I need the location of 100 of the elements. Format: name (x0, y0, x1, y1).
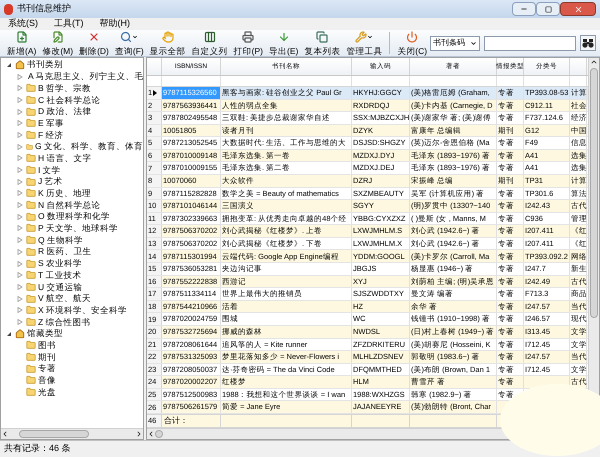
tree-item[interactable]: X 环境科学、安全科学 (38, 304, 128, 317)
toolbar-button[interactable]: 自定义列 (188, 30, 231, 56)
tree-item[interactable]: S 农业科学 (38, 257, 82, 270)
tree-item[interactable]: A 马克思主义、列宁主义、毛 (28, 70, 143, 83)
tree-item[interactable]: 专著 (38, 362, 56, 376)
expanded-arrow-icon[interactable] (6, 62, 12, 68)
folder-icon (26, 270, 36, 280)
menu-item[interactable]: 工具(T) (50, 17, 88, 31)
tree-item[interactable]: 书刊类别 (27, 58, 63, 72)
tree-item[interactable]: V 航空、航天 (38, 292, 92, 305)
collapsed-arrow-icon[interactable] (17, 307, 23, 314)
window-title: 书刊信息维护 (17, 2, 71, 16)
search-button[interactable] (580, 35, 596, 51)
binoculars-icon (582, 38, 594, 48)
folder-icon (26, 83, 36, 94)
tree-item[interactable]: 音像 (38, 374, 56, 387)
tree-item[interactable]: Q 生物科学 (38, 234, 83, 247)
tree-item[interactable]: 馆藏类型 (27, 327, 63, 340)
down-arrow-icon (278, 30, 290, 42)
scroll-thumb[interactable] (155, 430, 163, 438)
tree-item[interactable]: O 数理科学和化学 (38, 210, 110, 224)
collapsed-arrow-icon[interactable] (17, 190, 23, 196)
collapsed-arrow-icon[interactable] (17, 132, 23, 138)
folder-icon (26, 94, 36, 105)
tree-item[interactable]: Z 综合性图书 (38, 316, 91, 328)
toolbar-button[interactable]: 管理工具 (343, 30, 386, 56)
collapsed-arrow-icon[interactable] (17, 260, 23, 267)
folder-icon (26, 165, 36, 176)
toolbar-button[interactable]: 新增(A) (4, 30, 40, 56)
collapsed-arrow-icon[interactable] (17, 74, 23, 80)
scroll-thumb[interactable] (19, 430, 89, 438)
house-icon (15, 60, 25, 70)
collapsed-arrow-icon[interactable] (17, 237, 23, 244)
wrench-icon (355, 30, 368, 42)
tree-item[interactable]: 光盘 (38, 386, 56, 398)
collapsed-arrow-icon[interactable] (17, 284, 23, 290)
folder-icon (26, 258, 36, 269)
app-icon (4, 4, 13, 14)
expanded-arrow-icon[interactable] (6, 330, 12, 337)
tree-item[interactable]: K 历史、地理 (38, 187, 92, 200)
toolbar-button[interactable]: 删除(D) (76, 30, 112, 56)
maximize-button[interactable] (536, 2, 560, 16)
search-field-select[interactable]: 书刊条码 (430, 36, 480, 50)
toolbar-button[interactable]: 查询(F) (112, 30, 147, 56)
toolbar-button[interactable]: 修改(M) (39, 30, 76, 56)
toolbar-button[interactable]: 打印(P) (230, 30, 266, 56)
tree-item[interactable]: G 文化、科学、教育、体育 (35, 140, 143, 154)
toolbar-button[interactable]: 导出(E) (266, 30, 302, 56)
tree-item[interactable]: 期刊 (38, 350, 56, 364)
folder-icon (26, 223, 36, 234)
tree-item[interactable]: P 天文学、地球科学 (38, 222, 118, 235)
close-button[interactable] (560, 2, 596, 16)
tree-item[interactable]: E 军事 (38, 116, 64, 130)
tree-item[interactable]: F 经济 (38, 128, 64, 142)
delete-icon (88, 30, 100, 42)
toolbar-button[interactable]: 复本列表 (301, 30, 344, 56)
collapsed-arrow-icon[interactable] (17, 296, 23, 302)
collapsed-arrow-icon[interactable] (17, 120, 23, 126)
scroll-thumb[interactable] (590, 68, 598, 318)
tree-item[interactable]: C 社会科学总论 (38, 94, 100, 106)
collapsed-arrow-icon[interactable] (17, 85, 23, 92)
tree-item[interactable]: U 交通运输 (38, 280, 82, 294)
tree-item[interactable]: N 自然科学总论 (38, 198, 100, 212)
collapsed-arrow-icon[interactable] (17, 167, 23, 174)
collapsed-arrow-icon[interactable] (17, 214, 23, 220)
tree-item[interactable]: I 文学 (38, 164, 61, 176)
collapsed-arrow-icon[interactable] (17, 248, 23, 255)
menu-item[interactable]: 系统(S) (4, 17, 42, 31)
collapsed-arrow-icon[interactable] (17, 155, 23, 162)
maximize-icon (544, 6, 552, 12)
folder-icon (26, 153, 36, 164)
columns-icon (204, 30, 216, 42)
printer-icon (242, 30, 254, 42)
toolbar-button[interactable]: 显示全部 (146, 30, 189, 56)
scrollbar[interactable] (1, 428, 143, 439)
tree-item[interactable]: B 哲学、宗教 (38, 82, 92, 95)
collapsed-arrow-icon[interactable] (17, 225, 23, 232)
folder-icon (26, 282, 36, 292)
tree-item[interactable]: J 艺术 (38, 175, 63, 188)
collapsed-arrow-icon[interactable] (17, 272, 23, 278)
search-input[interactable] (484, 36, 576, 50)
house-icon (15, 328, 25, 339)
folder-icon (26, 106, 36, 117)
total-label: 合计： (164, 415, 188, 427)
menu-item[interactable]: 帮助(H) (96, 17, 134, 31)
tree-item[interactable]: 图书 (38, 338, 56, 352)
tree-item[interactable]: H 语言、文字 (38, 152, 92, 165)
tree-item[interactable]: D 政治、法律 (38, 105, 92, 118)
collapsed-arrow-icon[interactable] (17, 202, 23, 208)
collapsed-arrow-icon[interactable] (17, 178, 23, 185)
toolbar-button[interactable]: 关闭(C) (394, 30, 430, 56)
tree-item[interactable]: R 医药、卫生 (38, 245, 92, 258)
search-icon (120, 30, 132, 42)
collapsed-arrow-icon[interactable] (17, 96, 23, 103)
collapsed-arrow-icon[interactable] (17, 318, 23, 325)
folder-icon (26, 364, 36, 374)
collapsed-arrow-icon[interactable] (17, 108, 23, 115)
folder-icon (26, 375, 36, 386)
tree-item[interactable]: T 工业技术 (38, 268, 82, 282)
collapsed-arrow-icon[interactable] (17, 144, 23, 150)
